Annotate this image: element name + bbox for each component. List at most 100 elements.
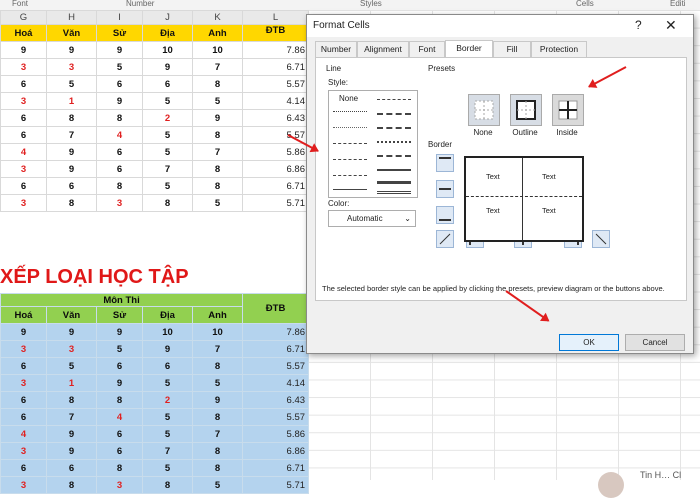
table-cell[interactable]: 6 <box>142 357 193 375</box>
table-cell[interactable]: 5.71 <box>242 476 310 494</box>
subject-header[interactable]: Hoá <box>0 24 47 42</box>
subject-header[interactable]: Sử <box>96 24 143 42</box>
table-cell[interactable]: 2 <box>142 391 193 409</box>
table-cell[interactable]: 8 <box>142 194 193 212</box>
table-cell[interactable]: 6.86 <box>242 160 309 178</box>
table-cell[interactable]: 3 <box>46 58 97 76</box>
table-cell[interactable]: 5 <box>142 92 193 110</box>
table-cell[interactable]: 10 <box>192 41 243 59</box>
table-cell[interactable]: 9 <box>46 143 97 161</box>
subject-header[interactable]: Địa <box>142 306 193 324</box>
table-cell[interactable]: 4 <box>0 143 47 161</box>
column-header-row[interactable]: GHIJKL <box>0 10 309 25</box>
table-cell[interactable]: 5 <box>142 374 193 392</box>
table-cell[interactable]: 5 <box>191 374 244 392</box>
table-cell[interactable]: 6 <box>142 75 193 93</box>
table-cell[interactable]: 5 <box>191 476 244 494</box>
dtb-header-cell[interactable]: ĐTB <box>242 293 310 324</box>
line-style-option[interactable] <box>333 175 367 176</box>
table-row[interactable]: 3 8 3 8 5 5.71 <box>0 476 310 494</box>
table-cell[interactable]: 9 <box>46 41 97 59</box>
table-cell[interactable]: 6 <box>96 442 143 460</box>
table-row[interactable]: 4 9 6 5 7 5.86 <box>0 425 310 443</box>
subject-header[interactable]: Hoá <box>0 306 47 324</box>
table-cell[interactable]: 5 <box>142 177 193 195</box>
table-cell[interactable]: 8 <box>46 109 97 127</box>
table-cell[interactable]: 9 <box>46 323 97 341</box>
table-row[interactable]: 3 8 3 8 5 5.71 <box>0 194 309 212</box>
table-cell[interactable]: 3 <box>0 340 47 358</box>
line-style-option[interactable] <box>333 143 367 144</box>
table-cell[interactable]: 8 <box>192 160 243 178</box>
table-row[interactable]: 3 9 6 7 8 6.86 <box>0 442 310 460</box>
table-cell[interactable]: 5.71 <box>242 194 309 212</box>
table-cell[interactable]: 6.43 <box>242 391 310 409</box>
subject-header[interactable]: Anh <box>192 24 243 42</box>
table-cell[interactable]: 2 <box>142 109 193 127</box>
table-cell[interactable]: 3 <box>0 374 47 392</box>
table-row[interactable]: 3 1 9 5 5 4.14 <box>0 92 309 110</box>
table-cell[interactable]: 5 <box>96 58 143 76</box>
table-cell[interactable]: 6 <box>0 109 47 127</box>
line-style-option[interactable] <box>377 99 411 100</box>
preset-inside-button[interactable] <box>552 94 584 126</box>
subject-header[interactable]: ĐTB <box>242 24 309 42</box>
table-cell[interactable]: 8 <box>191 357 244 375</box>
table-cell[interactable]: 5.57 <box>242 75 309 93</box>
table-cell[interactable]: 7 <box>46 126 97 144</box>
table-row[interactable]: 9 9 9 10 10 7.86 <box>0 323 310 341</box>
line-style-option[interactable] <box>333 159 367 160</box>
table-cell[interactable]: 7.86 <box>242 41 309 59</box>
table-cell[interactable]: 8 <box>191 459 244 477</box>
tab-border[interactable]: Border <box>445 40 493 58</box>
table-cell[interactable]: 10 <box>191 323 244 341</box>
line-style-option[interactable] <box>377 127 411 129</box>
table-cell[interactable]: 9 <box>46 160 97 178</box>
table-cell[interactable]: 4 <box>0 425 47 443</box>
table-cell[interactable]: 7 <box>142 160 193 178</box>
table-cell[interactable]: 3 <box>0 476 47 494</box>
table-row[interactable]: 6 5 6 6 8 5.57 <box>0 357 310 375</box>
preset-none-button[interactable] <box>468 94 500 126</box>
column-header[interactable]: H <box>46 10 97 25</box>
table-cell[interactable]: 5 <box>46 357 97 375</box>
tab-fill[interactable]: Fill <box>493 41 531 57</box>
table-cell[interactable]: 3 <box>96 194 143 212</box>
table-cell[interactable]: 9 <box>142 340 193 358</box>
table-cell[interactable]: 4.14 <box>242 92 309 110</box>
ranking-table[interactable]: Môn Thi ĐTB Hoá Văn Sử Địa Anh 9 9 9 10 10 7.86 3 3… <box>0 293 310 494</box>
table-cell[interactable]: 4 <box>96 126 143 144</box>
table-row[interactable]: 3 9 6 7 8 6.86 <box>0 160 309 178</box>
table-cell[interactable]: 6 <box>0 459 47 477</box>
table-cell[interactable]: 10 <box>142 323 193 341</box>
line-style-option[interactable] <box>377 169 411 171</box>
table-cell[interactable]: 8 <box>191 408 244 426</box>
table-cell[interactable]: 9 <box>96 374 143 392</box>
line-style-none[interactable]: None <box>339 94 358 103</box>
table-cell[interactable]: 6 <box>0 357 47 375</box>
table-row[interactable]: 6 7 4 5 8 5.57 <box>0 408 310 426</box>
table-cell[interactable]: 6 <box>0 408 47 426</box>
group-header-row[interactable]: Môn Thi ĐTB <box>0 293 310 324</box>
table-cell[interactable]: 6.71 <box>242 340 310 358</box>
table-cell[interactable]: 5.86 <box>242 425 310 443</box>
table-cell[interactable]: 7 <box>191 340 244 358</box>
table-cell[interactable]: 6 <box>0 126 47 144</box>
table-cell[interactable]: 6 <box>96 425 143 443</box>
table-cell[interactable]: 3 <box>0 442 47 460</box>
column-header[interactable]: J <box>142 10 193 25</box>
line-style-option[interactable] <box>377 191 411 194</box>
border-diag-up-button[interactable] <box>436 230 454 248</box>
table-cell[interactable]: 6 <box>96 75 143 93</box>
table-cell[interactable]: 1 <box>46 374 97 392</box>
table-row[interactable]: 6 7 4 5 8 5.57 <box>0 126 309 144</box>
subject-header[interactable]: Văn <box>46 24 97 42</box>
table-cell[interactable]: 3 <box>46 340 97 358</box>
table-cell[interactable]: 5 <box>96 340 143 358</box>
table-cell[interactable]: 8 <box>46 194 97 212</box>
line-style-option[interactable] <box>377 141 411 143</box>
group-header-cell[interactable]: Môn Thi <box>0 293 244 307</box>
table-cell[interactable]: 7 <box>191 425 244 443</box>
table-row[interactable]: 6 8 8 2 9 6.43 <box>0 109 309 127</box>
table-cell[interactable]: 5 <box>142 143 193 161</box>
